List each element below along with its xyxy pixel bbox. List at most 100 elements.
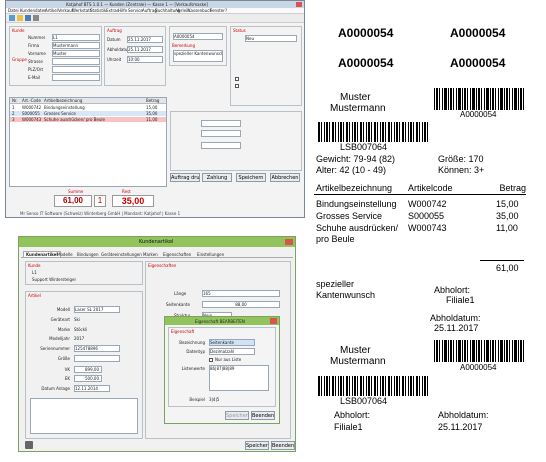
modelljahr-field: 2017	[74, 336, 85, 341]
datum-anlage-field[interactable]: 12.11.2014	[74, 385, 110, 392]
tab-modelle[interactable]: Modelle	[57, 252, 73, 257]
menu-item-1[interactable]: Kundendaten	[20, 8, 47, 13]
subdialog-close-button[interactable]: Beenden	[251, 411, 275, 420]
groesse-label: Größe	[57, 356, 70, 361]
kunde-field-2[interactable]: Mustermann	[52, 42, 100, 49]
ek-field[interactable]: 500,00	[74, 375, 102, 382]
save-icon[interactable]	[25, 15, 31, 21]
option-checkbox-2[interactable]	[235, 84, 239, 88]
receipt-total-line	[480, 260, 524, 261]
menu-item-13[interactable]: Fenster	[210, 8, 225, 13]
right-field-1[interactable]	[201, 120, 241, 127]
dialog-close-button[interactable]: Beenden	[271, 441, 295, 450]
kunde-field-0[interactable]: L1	[52, 34, 100, 41]
subdialog-close-icon[interactable]	[270, 318, 277, 324]
open-icon[interactable]	[17, 15, 23, 21]
cell-name: Grosses Service	[44, 111, 76, 116]
seitenkante-field[interactable]: 88,00	[202, 301, 280, 308]
zahlung-button[interactable]: Zahlung	[202, 173, 232, 182]
laenge-field[interactable]: 165	[202, 290, 280, 297]
print-icon[interactable]	[33, 15, 39, 21]
menu-item-4[interactable]: Werkstatt	[72, 8, 91, 13]
dialog-kunde-section: Kunde L1 Support Wintersteiger	[25, 261, 143, 285]
kunde-field-3[interactable]: Muster	[52, 50, 100, 57]
kunde-field-8[interactable]	[52, 74, 100, 81]
menu-item-3[interactable]: Verkauf	[58, 8, 73, 13]
save-button[interactable]: Speichern	[236, 173, 266, 182]
subdialog-save-button[interactable]: Speichern	[225, 411, 249, 420]
lsb-text-1: LSB007064	[340, 142, 388, 152]
barcode-bottom-right	[434, 340, 524, 362]
menu-item-0[interactable]: Datei	[8, 8, 19, 13]
modell-field[interactable]: Laser SL 2017	[74, 306, 120, 313]
col-header-5: Betrag	[146, 98, 160, 103]
bemerkung-field[interactable]: spezieller Kantenwunsch	[173, 50, 223, 62]
eigenschaften-label: Eigenschaften	[148, 263, 177, 268]
tab-eigenschaften[interactable]: Eigenschaften	[163, 252, 191, 257]
auftrag-field-1[interactable]: 25.11.2017	[127, 46, 163, 53]
toolbar	[6, 14, 304, 23]
right-field-3[interactable]	[201, 142, 241, 149]
dialog-close-icon[interactable]	[285, 239, 293, 245]
abholort-value-2: Filiale1	[334, 422, 363, 432]
notes-area[interactable]	[30, 398, 138, 434]
receipt-name2-first: Muster	[340, 345, 371, 356]
table-row[interactable]: 1 W000742 Bindungseinstellung 15,00	[10, 105, 166, 110]
tab-marken[interactable]: Marken	[143, 252, 158, 257]
cell-code: W000743	[22, 117, 42, 122]
table-row[interactable]: 3 W000743 Schuhe ausdrücken/ pro Beule 1…	[10, 117, 166, 122]
tab-bindungen[interactable]: Bindungen	[77, 252, 99, 257]
summe-value: 61,00	[54, 195, 92, 207]
bezeichnung-field[interactable]: Seitenkante	[209, 339, 255, 346]
auftrag-field-2[interactable]: 10:00	[127, 56, 163, 63]
abholdatum-value-1: 25.11.2017	[434, 323, 479, 333]
tab-geraeteeinstellungen[interactable]: Geräteeinstellungen	[101, 252, 142, 257]
menu-item-12[interactable]: Kassenbuch	[188, 8, 212, 13]
abholort-value-1: Filiale1	[446, 295, 475, 305]
dialog-title-bar: Kundenartikel	[19, 237, 295, 247]
receipt-bemerkung: spezieller Kantenwunsch	[316, 279, 376, 300]
vk-field[interactable]: 899,00	[74, 366, 102, 373]
menu-item-7[interactable]: Hilfe	[118, 8, 127, 13]
option-checkbox-1[interactable]	[235, 77, 239, 81]
table-row[interactable]: 2 S000055 Grosses Service 35,00	[10, 111, 166, 116]
auftrag-number[interactable]: A0000054	[173, 33, 223, 40]
receipt-col-code: Artikelcode	[408, 183, 453, 193]
right-field-2[interactable]	[201, 130, 241, 137]
subdialog-section: Eigenschaft Bezeichnung Seitenkante Date…	[168, 327, 276, 407]
tab-kundenartikel[interactable]: Kundenartikel	[23, 251, 61, 257]
barcode-top-right-text: A0000054	[460, 110, 497, 119]
seriennummer-field[interactable]: 125478896	[74, 345, 120, 352]
cell-betrag: 35,00	[146, 111, 158, 116]
auftrag-nr-label-1: A0000054	[338, 26, 394, 40]
menu-item-6[interactable]: Extras	[106, 8, 119, 13]
kunde-field-6[interactable]	[52, 66, 100, 73]
menu-item-5[interactable]: Statistik	[90, 8, 106, 13]
artikel-label: Artikel	[28, 293, 41, 298]
status-select[interactable]: Neu	[245, 35, 297, 42]
listenwerte-field[interactable]: 86|87|88|89	[209, 365, 269, 391]
cell-name: Bindungseinstellung	[44, 105, 85, 110]
tab-einstellungen[interactable]: Einstellungen	[197, 252, 224, 257]
dialog-save-button[interactable]: Speichern	[245, 441, 269, 450]
new-icon[interactable]	[9, 15, 15, 21]
dialog-tool-icon[interactable]	[25, 441, 33, 449]
rest-label: Rest	[122, 189, 131, 194]
close-icon[interactable]	[296, 2, 302, 7]
cell-betrag: 11,00	[146, 117, 158, 122]
auftrag-field-0[interactable]: 25.11.2017	[127, 36, 163, 43]
menu-item-2[interactable]: Artikel	[45, 8, 58, 13]
status-label: Status	[233, 28, 246, 33]
kunde-field-5[interactable]	[52, 58, 100, 65]
laenge-label: Länge	[174, 291, 187, 296]
datentyp-select[interactable]: Dezimalzahl	[209, 348, 255, 355]
nur-aus-liste-checkbox[interactable]	[209, 358, 213, 362]
print-button[interactable]: Auftrag drucken	[170, 173, 200, 182]
gruppe-label: Gruppe	[12, 57, 27, 62]
menu-item-14[interactable]: ?	[225, 8, 227, 13]
koennen-text: Können: 3+	[438, 165, 485, 175]
lsb-text-2: LSB007064	[340, 396, 388, 406]
menu-item-8[interactable]: Service	[128, 8, 143, 13]
cancel-button[interactable]: Abbrechen	[270, 173, 300, 182]
groesse-field[interactable]	[74, 355, 120, 362]
